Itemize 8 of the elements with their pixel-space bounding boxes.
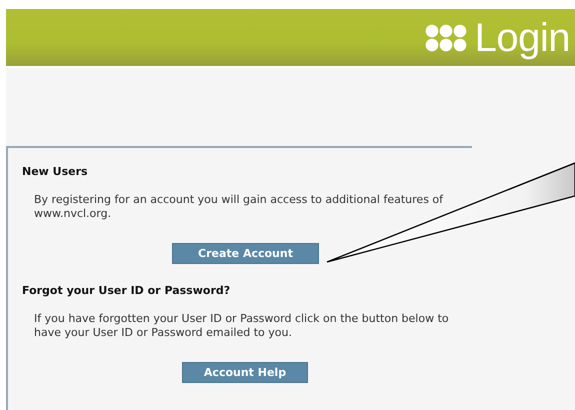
section-heading: Forgot your User ID or Password?	[22, 284, 232, 297]
create-account-button[interactable]: Create Account	[172, 243, 319, 264]
account-help-button[interactable]: Account Help	[182, 362, 308, 383]
section-heading: New Users	[22, 165, 89, 178]
page-title: Login	[474, 18, 570, 58]
dots-icon	[424, 24, 467, 52]
section-description: If you have forgotten your User ID or Password click on the button below to have your User ID or Password emailed to you.	[34, 312, 450, 340]
section-description: By registering for an account you will gain access to additional features of www.nvcl.org.	[34, 193, 444, 221]
